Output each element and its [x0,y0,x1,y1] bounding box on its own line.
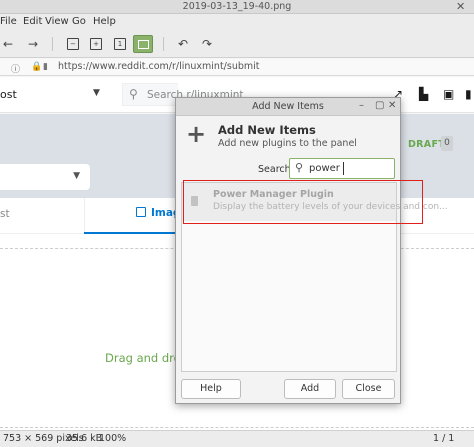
rotate-left-icon[interactable]: ↶ [175,36,191,52]
chevron-down-icon[interactable]: ▼ [93,88,100,98]
file-size: 35.6 kB [66,433,103,444]
toolbar-separator [163,37,164,51]
fit-icon [137,39,149,49]
viewer-toolbar: ← → − + 1 ↶ ↷ [0,30,474,58]
menu-help[interactable]: Help [93,16,116,27]
stats-icon[interactable]: ▙ [419,87,428,101]
search-icon: ⚲ [295,161,304,174]
page-indicator: 1 / 1 [433,433,455,444]
highlight-rectangle [183,180,423,224]
viewer-title-bar: 2019-03-13_19-40.png ✕ [0,0,474,14]
close-button[interactable]: Close [342,379,395,399]
search-input[interactable]: ⚲ Search r/linuxmint [122,83,244,106]
close-icon[interactable]: ✕ [456,0,465,14]
menu-edit[interactable]: Edit [23,16,42,27]
url-text[interactable]: https://www.reddit.com/r/linuxmint/submi… [58,61,260,72]
info-icon[interactable]: ⓘ [11,62,20,75]
chevron-down-icon: ▼ [73,171,80,181]
menu-view[interactable]: View [45,16,69,27]
maximize-icon[interactable]: ▢ [375,100,384,111]
text-cursor [343,162,344,175]
tab-post[interactable]: st [0,208,10,220]
forward-arrow-icon[interactable]: → [25,36,41,52]
viewer-title: 2019-03-13_19-40.png [182,1,292,12]
more-icon[interactable]: ▮ [465,87,472,101]
zoom-fit-button[interactable] [133,35,153,53]
tab-divider [84,198,85,233]
permissions-icon[interactable]: ▮ [43,62,48,72]
plugin-search-input[interactable]: ⚲ power [289,158,395,179]
drafts-count: 0 [441,136,453,151]
back-arrow-icon[interactable]: ← [0,36,16,52]
dialog-title: Add New Items [252,101,324,112]
dialog-heading: Add New Items [218,123,316,137]
browser-url-bar[interactable]: ⓘ 🔒 ▮ https://www.reddit.com/r/linuxmint… [0,59,474,76]
zoom-in-icon[interactable]: + [90,38,102,50]
tab-active-indicator [84,232,178,234]
search-icon: ⚲ [129,87,138,101]
rotate-right-icon[interactable]: ↷ [199,36,215,52]
add-button[interactable]: Add [284,379,336,399]
minimize-icon[interactable]: – [359,100,364,111]
community-select[interactable]: ▼ [0,164,90,190]
image-icon [136,207,146,217]
search-value: power [309,163,340,174]
menu-go[interactable]: Go [72,16,86,27]
add-new-items-dialog: Add New Items – ▢ ✕ + Add New Items Add … [175,97,448,404]
viewer-status-bar: 753 × 569 pixels 35.6 kB 100% 1 / 1 [0,430,474,447]
toolbar-separator [52,37,53,51]
close-icon[interactable]: ✕ [388,100,396,111]
menu-file[interactable]: File [0,16,17,27]
help-button[interactable]: Help [181,379,241,399]
zoom-out-icon[interactable]: − [67,38,79,50]
zoom-level: 100% [99,433,127,444]
viewer-menu-bar: File Edit View Go Help [0,14,474,30]
plus-icon: + [186,120,207,148]
shield-icon[interactable]: ▣ [443,87,454,101]
dialog-subheading: Add new plugins to the panel [218,138,357,149]
dialog-title-bar: Add New Items – ▢ ✕ [176,98,400,116]
lock-icon: 🔒 [31,62,43,72]
home-dropdown-label[interactable]: ost [0,88,17,101]
zoom-normal-icon[interactable]: 1 [114,38,126,50]
